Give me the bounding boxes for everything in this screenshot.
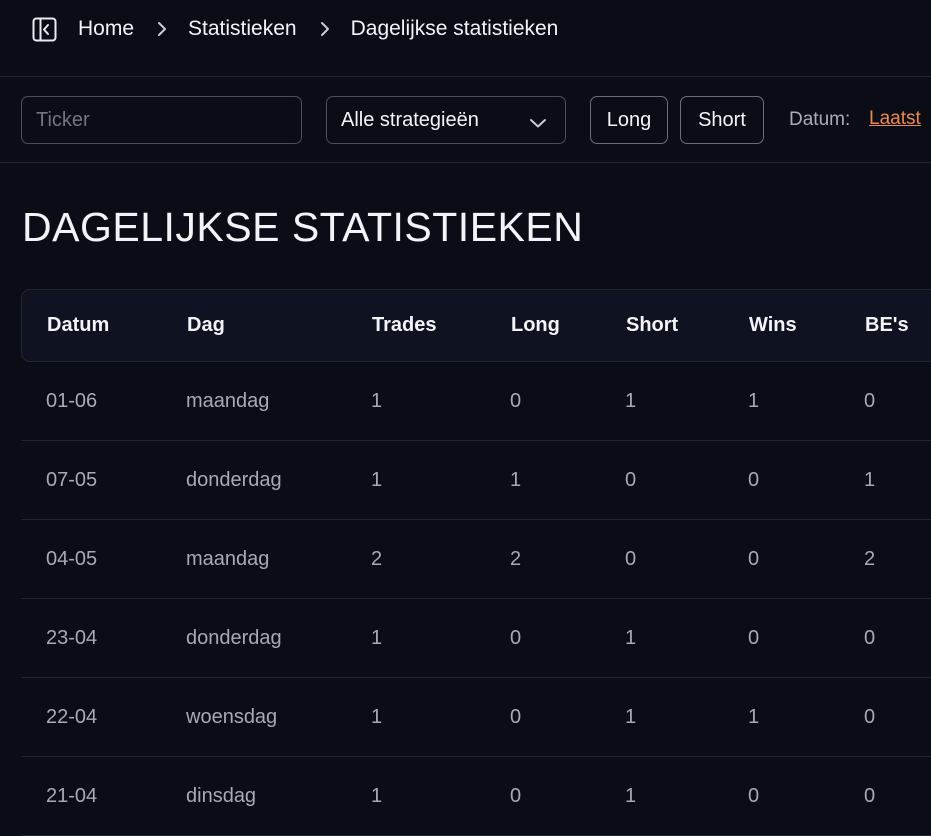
- table-row: 23-04 donderdag 1 0 1 0 0: [21, 599, 931, 678]
- sidebar-toggle-icon[interactable]: [32, 17, 57, 42]
- chevron-right-icon: [147, 20, 177, 38]
- cell-wins: 0: [748, 785, 760, 807]
- filter-bar: Alle strategieën Long Short Datum: Laats…: [0, 77, 931, 163]
- cell-trades: 1: [371, 785, 383, 807]
- cell-long: 0: [510, 627, 522, 649]
- column-header-wins[interactable]: Wins: [749, 314, 797, 337]
- cell-trades: 1: [371, 627, 383, 649]
- cell-wins: 0: [748, 469, 760, 491]
- cell-datum: 01-06: [46, 390, 98, 412]
- table-row: 22-04 woensdag 1 0 1 1 0: [21, 678, 931, 757]
- top-bar: Home Statistieken Dagelijkse statistieke…: [0, 0, 931, 77]
- cell-trades: 1: [371, 706, 383, 728]
- cell-short: 0: [625, 469, 637, 491]
- ticker-search: [21, 96, 302, 144]
- date-range-link[interactable]: Laatst: [869, 108, 921, 130]
- cell-trades: 1: [371, 469, 383, 491]
- chevron-right-icon: [310, 20, 340, 38]
- short-filter-button[interactable]: Short: [680, 96, 764, 144]
- table-row: 01-06 maandag 1 0 1 1 0: [21, 362, 931, 441]
- cell-dag: donderdag: [186, 627, 282, 649]
- cell-bes: 0: [864, 390, 876, 412]
- cell-short: 0: [625, 548, 637, 570]
- cell-dag: dinsdag: [186, 785, 257, 807]
- cell-bes: 0: [864, 627, 876, 649]
- cell-short: 1: [625, 706, 637, 728]
- chevron-down-icon: [529, 112, 547, 135]
- table-row: 21-04 dinsdag 1 0 1 0 0: [21, 757, 931, 836]
- cell-bes: 2: [864, 548, 876, 570]
- cell-bes: 0: [864, 785, 876, 807]
- cell-datum: 07-05: [46, 469, 98, 491]
- daily-stats-table: Datum Dag Trades Long Short Wins BE's 01…: [21, 289, 931, 836]
- column-header-short[interactable]: Short: [626, 314, 678, 337]
- cell-wins: 1: [748, 390, 760, 412]
- table-header: Datum Dag Trades Long Short Wins BE's: [21, 289, 931, 362]
- cell-datum: 22-04: [46, 706, 98, 728]
- cell-bes: 1: [864, 469, 876, 491]
- cell-dag: donderdag: [186, 469, 282, 491]
- table-row: 07-05 donderdag 1 1 0 0 1: [21, 441, 931, 520]
- breadcrumb-current: Dagelijkse statistieken: [350, 17, 559, 40]
- date-label: Datum:: [789, 109, 851, 130]
- column-header-trades[interactable]: Trades: [372, 314, 436, 337]
- cell-short: 1: [625, 627, 637, 649]
- cell-bes: 0: [864, 706, 876, 728]
- cell-long: 0: [510, 390, 522, 412]
- cell-short: 1: [625, 785, 637, 807]
- strategy-select-value: Alle strategieën: [341, 108, 479, 131]
- cell-trades: 2: [371, 548, 383, 570]
- cell-wins: 1: [748, 706, 760, 728]
- cell-long: 0: [510, 706, 522, 728]
- cell-datum: 21-04: [46, 785, 98, 807]
- column-header-datum[interactable]: Datum: [47, 314, 109, 337]
- cell-trades: 1: [371, 390, 383, 412]
- cell-long: 0: [510, 785, 522, 807]
- cell-datum: 04-05: [46, 548, 98, 570]
- cell-datum: 23-04: [46, 627, 98, 649]
- ticker-search-input[interactable]: [22, 97, 301, 143]
- long-filter-button[interactable]: Long: [590, 96, 668, 144]
- cell-long: 1: [510, 469, 522, 491]
- cell-dag: woensdag: [186, 706, 278, 728]
- page-title: DAGELIJKSE STATISTIEKEN: [22, 204, 584, 250]
- cell-dag: maandag: [186, 390, 270, 412]
- table-row: 04-05 maandag 2 2 0 0 2: [21, 520, 931, 599]
- column-header-long[interactable]: Long: [511, 314, 560, 337]
- strategy-select[interactable]: Alle strategieën: [326, 96, 566, 144]
- column-header-bes[interactable]: BE's: [865, 314, 909, 337]
- cell-dag: maandag: [186, 548, 270, 570]
- breadcrumb-statistieken[interactable]: Statistieken: [188, 17, 297, 41]
- cell-wins: 0: [748, 627, 760, 649]
- cell-short: 1: [625, 390, 637, 412]
- breadcrumb: Home Statistieken Dagelijkse statistieke…: [78, 17, 558, 41]
- breadcrumb-home[interactable]: Home: [78, 17, 134, 41]
- cell-wins: 0: [748, 548, 760, 570]
- column-header-dag[interactable]: Dag: [187, 314, 225, 337]
- cell-long: 2: [510, 548, 522, 570]
